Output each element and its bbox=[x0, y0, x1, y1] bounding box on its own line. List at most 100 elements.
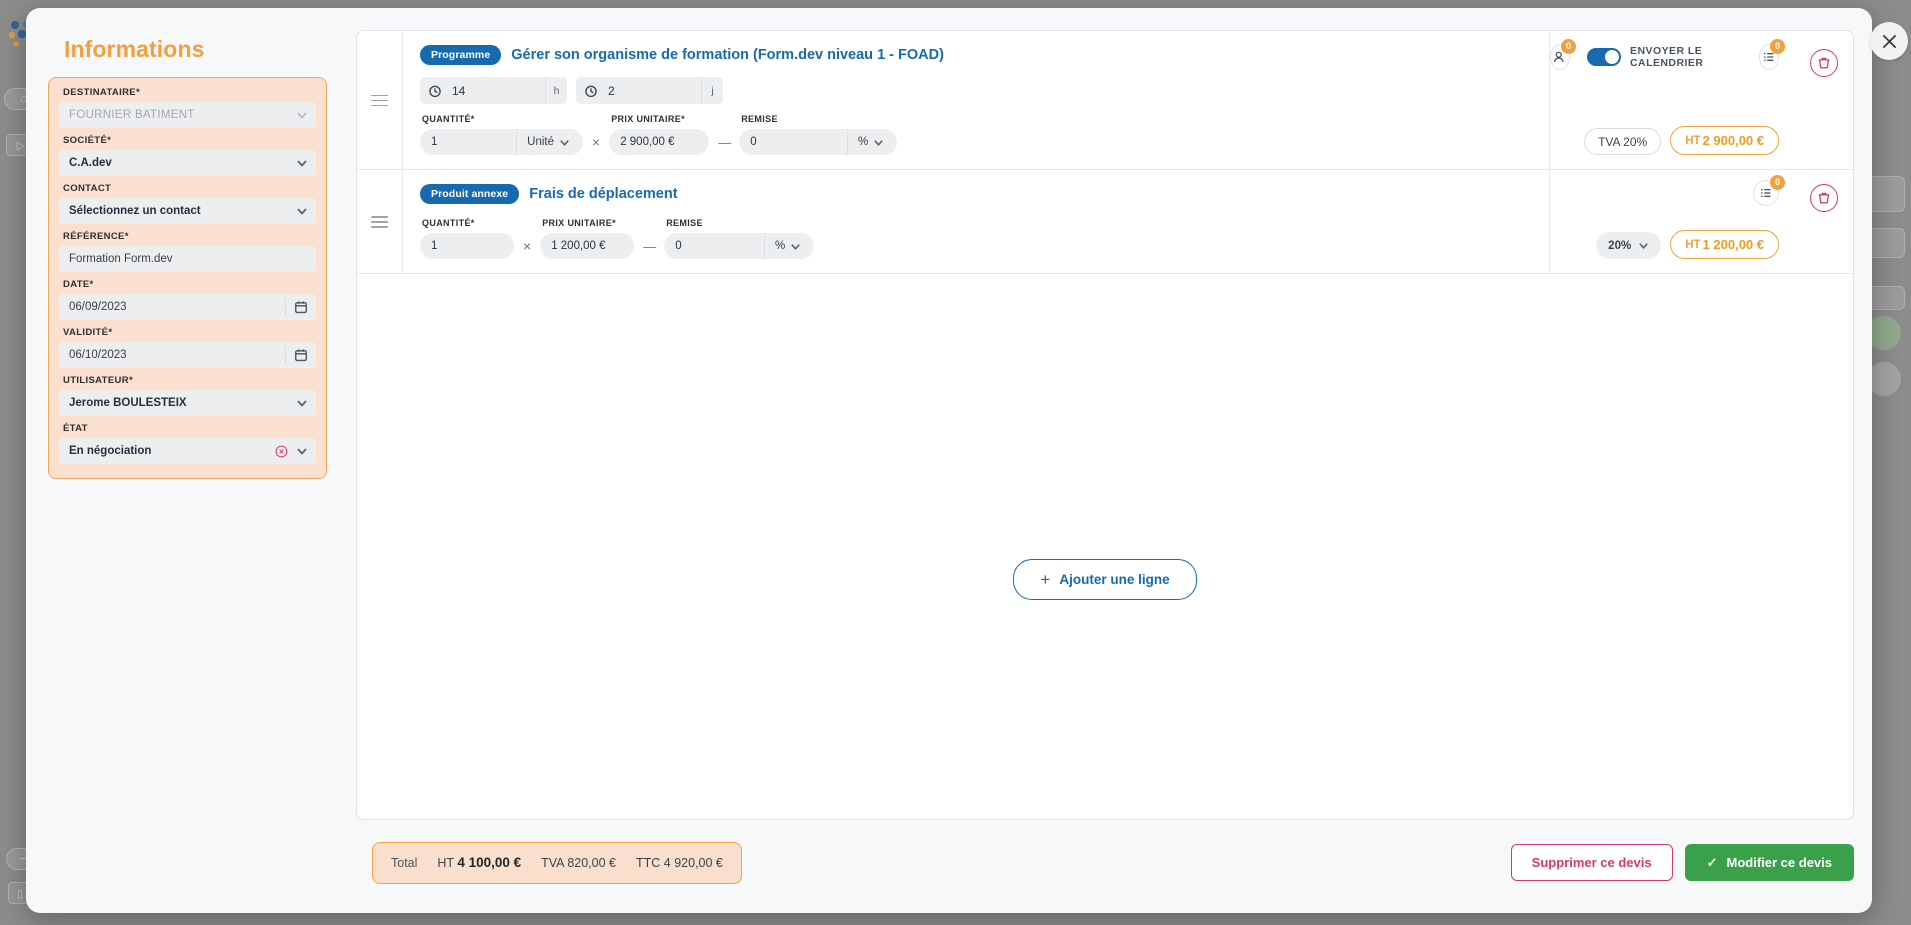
ht-prefix: HT bbox=[1685, 239, 1700, 251]
calendar-toggle-group[interactable]: ENVOYER LE CALENDRIER bbox=[1584, 43, 1745, 70]
close-modal-button[interactable] bbox=[1870, 22, 1908, 60]
quantity-unit-select[interactable]: Unité bbox=[516, 129, 581, 155]
line-options-button[interactable]: 0 bbox=[1753, 180, 1779, 206]
ht-amount: 1 200,00 € bbox=[1703, 237, 1764, 252]
total-ht-value: 4 100,00 € bbox=[457, 855, 521, 870]
destinataire-select[interactable]: FOURNIER BATIMENT bbox=[59, 102, 316, 128]
chevron-down-icon bbox=[559, 137, 570, 148]
field-validite: VALIDITÉ* 06/10/2023 bbox=[59, 327, 316, 368]
discount-label: REMISE bbox=[666, 218, 814, 228]
line-item-body: Programme Gérer son organisme de formati… bbox=[403, 31, 1549, 169]
price-input[interactable]: 1 200,00 € bbox=[540, 233, 634, 259]
field-societe: SOCIÉTÉ* C.A.dev bbox=[59, 135, 316, 176]
discount-input[interactable]: 0 % bbox=[664, 233, 814, 259]
multiply-symbol: × bbox=[583, 134, 609, 155]
footer-bar: Total HT 4 100,00 € TVA 820,00 € TTC 4 9… bbox=[356, 834, 1854, 891]
etat-value: En négociation bbox=[69, 445, 151, 457]
field-label-reference: RÉFÉRENCE* bbox=[63, 231, 316, 242]
line-options-button[interactable]: 0 bbox=[1759, 44, 1779, 70]
chevron-down-icon bbox=[873, 137, 884, 148]
field-label-validite: VALIDITÉ* bbox=[63, 327, 316, 338]
destinataire-value: FOURNIER BATIMENT bbox=[69, 109, 195, 121]
discount-unit-select[interactable]: % bbox=[847, 129, 895, 155]
quantity-input[interactable]: 1 Unité bbox=[420, 129, 583, 155]
drag-handle-cell[interactable] bbox=[357, 31, 403, 169]
reference-input[interactable]: Formation Form.dev bbox=[59, 246, 316, 272]
duration-days-field[interactable]: 2 j bbox=[576, 77, 723, 104]
duration-hours-value: 14 bbox=[450, 84, 545, 98]
drag-handle-icon[interactable] bbox=[371, 95, 388, 106]
add-line-label: Ajouter une ligne bbox=[1059, 572, 1169, 587]
validite-value: 06/10/2023 bbox=[69, 349, 127, 361]
tva-value: 20% bbox=[1608, 240, 1631, 252]
price-value: 2 900,00 € bbox=[620, 136, 674, 148]
societe-select[interactable]: C.A.dev bbox=[59, 150, 316, 176]
discount-value: 0 bbox=[750, 136, 756, 148]
plus-icon: + bbox=[1040, 571, 1050, 588]
chevron-down-icon bbox=[296, 157, 308, 169]
informations-form: DESTINATAIRE* FOURNIER BATIMENT SOCIÉTÉ*… bbox=[48, 77, 327, 479]
total-ttc-label: TTC bbox=[636, 856, 660, 870]
add-line-button[interactable]: + Ajouter une ligne bbox=[1013, 559, 1196, 600]
lines-container: Programme Gérer son organisme de formati… bbox=[356, 30, 1854, 820]
backdrop-green-avatar-1 bbox=[1867, 316, 1901, 350]
quantity-group: QUANTITÉ* 1 bbox=[420, 218, 514, 259]
discount-unit-value: % bbox=[775, 240, 785, 252]
line-total-ht: HT 1 200,00 € bbox=[1670, 230, 1779, 259]
footer-actions: Supprimer ce devis ✓ Modifier ce devis bbox=[1511, 844, 1854, 881]
send-calendar-label: ENVOYER LE CALENDRIER bbox=[1630, 45, 1731, 69]
discount-unit-value: % bbox=[858, 136, 868, 148]
date-input[interactable]: 06/09/2023 bbox=[59, 294, 316, 320]
send-calendar-toggle[interactable] bbox=[1587, 48, 1621, 66]
delete-devis-button[interactable]: Supprimer ce devis bbox=[1511, 844, 1673, 881]
line-item-name[interactable]: Frais de déplacement bbox=[529, 186, 677, 202]
devis-lines-panel: Programme Gérer son organisme de formati… bbox=[356, 8, 1872, 913]
pricing-row: QUANTITÉ* 1 × PRIX UNITAIRE* 1 200,00 € bbox=[420, 218, 1549, 259]
utilisateur-select[interactable]: Jerome BOULESTEIX bbox=[59, 390, 316, 416]
delete-line-button[interactable] bbox=[1810, 49, 1838, 77]
contact-select[interactable]: Sélectionnez un contact bbox=[59, 198, 316, 224]
societe-value: C.A.dev bbox=[69, 157, 112, 169]
delete-line-button[interactable] bbox=[1810, 184, 1838, 212]
etat-select[interactable]: En négociation bbox=[59, 438, 316, 464]
line-type-tag: Programme bbox=[420, 45, 501, 65]
line-item-header: Produit annexe Frais de déplacement bbox=[420, 182, 1549, 206]
participants-button[interactable]: 0 bbox=[1550, 44, 1570, 70]
chevron-down-icon bbox=[296, 397, 308, 409]
contact-value: Sélectionnez un contact bbox=[69, 205, 201, 217]
clear-icon[interactable] bbox=[275, 445, 288, 458]
total-ttc: TTC 4 920,00 € bbox=[636, 856, 723, 870]
calendar-icon[interactable] bbox=[294, 348, 308, 362]
duration-hours-field[interactable]: 14 h bbox=[420, 77, 567, 104]
drag-handle-cell[interactable] bbox=[357, 170, 403, 273]
field-contact: CONTACT Sélectionnez un contact bbox=[59, 183, 316, 224]
calendar-icon[interactable] bbox=[294, 300, 308, 314]
drag-handle-icon[interactable] bbox=[371, 216, 388, 227]
backdrop-green-avatar-2 bbox=[1867, 362, 1901, 396]
discount-label: REMISE bbox=[741, 114, 897, 124]
trash-icon bbox=[1817, 191, 1831, 205]
participants-badge: 0 bbox=[1561, 39, 1576, 54]
line-item-row: Programme Gérer son organisme de formati… bbox=[357, 31, 1853, 170]
field-reference: RÉFÉRENCE* Formation Form.dev bbox=[59, 231, 316, 272]
discount-group: REMISE 0 % bbox=[664, 218, 814, 259]
divider bbox=[285, 298, 286, 316]
discount-unit-select[interactable]: % bbox=[764, 233, 812, 259]
totals-summary: Total HT 4 100,00 € TVA 820,00 € TTC 4 9… bbox=[372, 842, 742, 884]
price-group: PRIX UNITAIRE* 2 900,00 € bbox=[609, 114, 709, 155]
line-item-name[interactable]: Gérer son organisme de formation (Form.d… bbox=[511, 47, 944, 63]
multiply-symbol: × bbox=[514, 238, 540, 259]
field-destinataire: DESTINATAIRE* FOURNIER BATIMENT bbox=[59, 87, 316, 128]
total-tva: TVA 820,00 € bbox=[541, 856, 616, 870]
line-item-row: Produit annexe Frais de déplacement QUAN… bbox=[357, 170, 1853, 274]
line-item-tools: 0 bbox=[1753, 180, 1779, 206]
discount-input[interactable]: 0 % bbox=[739, 129, 897, 155]
tva-select[interactable]: 20% bbox=[1596, 232, 1661, 259]
modify-devis-button[interactable]: ✓ Modifier ce devis bbox=[1685, 844, 1854, 881]
quantity-input[interactable]: 1 bbox=[420, 233, 514, 259]
line-item-tools: 0 ENVOYER LE CALENDRIER bbox=[1550, 43, 1779, 70]
price-input[interactable]: 2 900,00 € bbox=[609, 129, 709, 155]
quantity-group: QUANTITÉ* 1 Unité bbox=[420, 114, 583, 155]
page-title: Informations bbox=[64, 36, 332, 63]
validite-input[interactable]: 06/10/2023 bbox=[59, 342, 316, 368]
